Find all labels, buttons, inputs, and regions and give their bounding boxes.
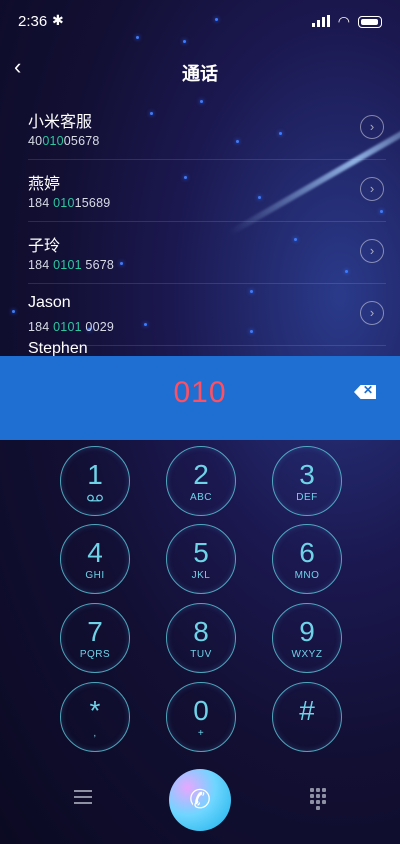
contact-number: 184 01015689 bbox=[28, 196, 111, 210]
key-8[interactable]: 8 TUV bbox=[166, 603, 236, 673]
chevron-right-icon[interactable]: › bbox=[360, 239, 384, 263]
key-7[interactable]: 7 PQRS bbox=[60, 603, 130, 673]
chevron-right-icon[interactable]: › bbox=[360, 177, 384, 201]
call-button[interactable]: ✆ bbox=[169, 769, 231, 831]
contact-list[interactable]: 小米客服 4001005678 › 燕婷 184 01015689 › 子玲 1… bbox=[0, 98, 400, 356]
dial-pad: 1 2 ABC 3 DEF 4 GHI 5 JKL 6 MNO 7 PQRS 8 TUV 9W… bbox=[0, 446, 400, 756]
list-item[interactable]: Jason 184 0101 0029 › bbox=[28, 284, 386, 346]
battery-icon bbox=[358, 16, 382, 28]
key-hash[interactable]: # bbox=[272, 682, 342, 752]
contact-number: 4001005678 bbox=[28, 134, 100, 148]
bottom-bar: ✆ bbox=[0, 768, 400, 832]
signal-icon bbox=[312, 15, 330, 27]
contact-name: 子玲 bbox=[28, 238, 61, 255]
list-item[interactable]: Stephen bbox=[28, 340, 386, 356]
chevron-right-icon[interactable]: › bbox=[360, 115, 384, 139]
page-title: 通话 bbox=[182, 64, 218, 84]
key-1[interactable]: 1 bbox=[60, 446, 130, 516]
list-item[interactable]: 燕婷 184 01015689 › bbox=[28, 160, 386, 222]
list-item[interactable]: 小米客服 4001005678 › bbox=[28, 98, 386, 160]
key-2[interactable]: 2 ABC bbox=[166, 446, 236, 516]
dialpad-toggle-icon[interactable] bbox=[308, 788, 328, 810]
contact-number: 184 0101 0029 bbox=[28, 320, 115, 334]
key-9[interactable]: 9 WXYZ bbox=[272, 603, 342, 673]
chevron-right-icon[interactable]: › bbox=[360, 301, 384, 325]
contact-number: 184 0101 5678 bbox=[28, 258, 115, 272]
contact-name: 小米客服 bbox=[28, 114, 93, 131]
menu-icon[interactable] bbox=[74, 790, 92, 804]
list-item[interactable]: 子玲 184 0101 5678 › bbox=[28, 222, 386, 284]
key-4[interactable]: 4 GHI bbox=[60, 524, 130, 594]
status-bar: 2:36 ✱ ◠ bbox=[0, 0, 400, 44]
contact-name: Stephen bbox=[28, 340, 88, 356]
key-6[interactable]: 6 MNO bbox=[272, 524, 342, 594]
dial-input-bar: 010 ✕ bbox=[0, 356, 400, 440]
status-time: 2:36 bbox=[18, 13, 48, 30]
contact-name: 燕婷 bbox=[28, 176, 61, 193]
phone-icon: ✆ bbox=[189, 784, 211, 814]
contact-name: Jason bbox=[28, 294, 71, 311]
key-star[interactable]: *, bbox=[60, 682, 130, 752]
key-3[interactable]: 3 DEF bbox=[272, 446, 342, 516]
key-5[interactable]: 5 JKL bbox=[166, 524, 236, 594]
wifi-icon: ◠ bbox=[337, 13, 350, 29]
voicemail-icon bbox=[87, 494, 103, 502]
bluetooth-icon: ✱ bbox=[52, 12, 64, 28]
key-0[interactable]: 0 + bbox=[166, 682, 236, 752]
top-bar: ‹ 通话 bbox=[0, 48, 400, 92]
dialed-number: 010 bbox=[173, 376, 227, 409]
